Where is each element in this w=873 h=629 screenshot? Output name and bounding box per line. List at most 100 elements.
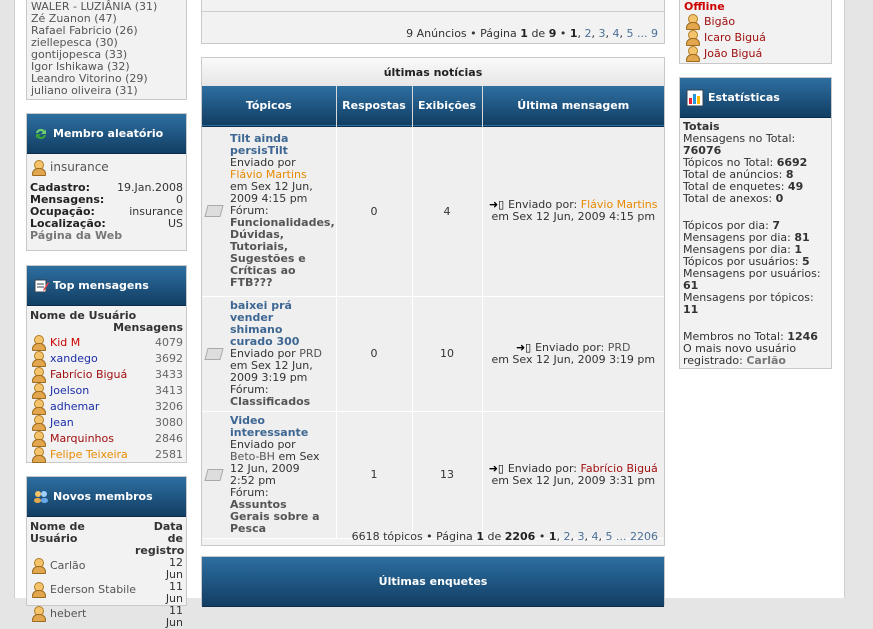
topic-forum-link[interactable]: Assuntos Gerais sobre a Pesca: [230, 498, 326, 535]
member-field-value: 19.Jan.2008: [117, 181, 183, 194]
top-poster-row: Felipe Teixeira 2581: [30, 446, 183, 463]
top-posters-box: Top mensagens Nome de Usuário Mensagens …: [26, 265, 187, 463]
top-poster-name[interactable]: Kid M: [50, 336, 80, 349]
new-members-title: Novos membros: [53, 490, 153, 503]
new-members-col-user: Nome de Usuário: [30, 520, 85, 545]
topic-title-link[interactable]: baixei prá vender shimano curado 300: [230, 299, 326, 348]
top-poster-name[interactable]: adhemar: [50, 400, 99, 413]
col-last-message: Última mensagem: [517, 99, 630, 113]
stats-newest-value[interactable]: Carlão: [746, 354, 786, 367]
random-member-fields: Cadastro: 19.Jan.2008 Mensagens: 0 Ocupação:…: [30, 182, 183, 230]
top-posters-header: Top mensagens: [27, 266, 186, 306]
online-status: Offline: [684, 0, 725, 13]
last-post-arrow-icon[interactable]: ➜▯: [516, 341, 535, 354]
topic-forum-link[interactable]: Funcionalidades, Dúvidas, Tutoriais, Sug…: [230, 217, 335, 289]
new-member-name[interactable]: Ederson Stabile: [50, 583, 136, 596]
page-link[interactable]: 3: [599, 27, 606, 40]
online-user-row: João Biguá: [684, 45, 827, 62]
online-user-name[interactable]: João Biguá: [704, 47, 762, 60]
topic-status-icon: [204, 347, 224, 360]
new-members-header: Novos membros: [27, 477, 186, 517]
ads-of: de: [531, 27, 546, 40]
top-poster-name[interactable]: Joelson: [50, 384, 89, 397]
online-user-name[interactable]: Bigão: [704, 15, 735, 28]
topic-title-link[interactable]: Tilt ainda persisTilt: [230, 133, 326, 157]
topic-status-icon: [204, 468, 224, 481]
page-link[interactable]: 5: [606, 530, 613, 543]
top-poster-count: 2846: [155, 431, 183, 445]
page-link[interactable]: 5: [627, 27, 634, 40]
news-header-row: Tópicos Respostas Exibições Última mensa…: [202, 86, 664, 126]
top-poster-name[interactable]: Marquinhos: [50, 432, 114, 445]
new-members-col-date: Data de registro: [135, 520, 185, 557]
topic-forum-label: Fórum:: [230, 382, 269, 396]
news-current-page: 1: [476, 530, 484, 543]
page-link[interactable]: 4: [592, 530, 599, 543]
topic-forum-link[interactable]: Classificados: [230, 395, 326, 408]
page-link[interactable]: 2: [585, 27, 592, 40]
last-post-date: em Sex 12 Jun, 2009 3:19 pm: [491, 352, 656, 366]
user-icon: [30, 430, 46, 447]
new-member-date: 11 Jun: [165, 604, 183, 629]
top-poster-count: 3206: [155, 399, 183, 413]
news-pagination: 6618 tópicos • Página 1 de 2206 • 1, 2, …: [348, 530, 662, 543]
page-link[interactable]: 9: [651, 27, 658, 40]
page-link[interactable]: 1: [549, 530, 557, 543]
last-post-date: em Sex 12 Jun, 2009 3:31 pm: [491, 473, 656, 487]
top-poster-count: 2581: [155, 447, 183, 461]
random-member-username[interactable]: insurance: [50, 160, 109, 174]
page-link[interactable]: 2: [564, 530, 571, 543]
new-member-row: Ederson Stabile 11 Jun: [30, 581, 183, 605]
new-member-name[interactable]: hebert: [50, 607, 86, 620]
top-poster-name[interactable]: Jean: [50, 416, 74, 429]
news-table: Tópicos Respostas Exibições Última mensa…: [202, 86, 664, 539]
random-member-web-link[interactable]: Página da Web: [30, 230, 183, 242]
page-link[interactable]: 4: [613, 27, 620, 40]
stats-box: Estatísticas Totais Mensagens no Total: …: [679, 77, 832, 369]
topic-views: 13: [412, 411, 483, 539]
random-member-header: Membro aleatório: [27, 114, 186, 154]
last-post-prefix: Enviado por:: [507, 461, 578, 475]
top-poster-name[interactable]: Felipe Teixeira: [50, 448, 128, 461]
stat-value: 49: [787, 180, 804, 193]
top-poster-count: 4079: [155, 335, 183, 349]
topic-views: 4: [412, 126, 483, 297]
online-user-name[interactable]: Icaro Biguá: [704, 31, 766, 44]
last-post-author[interactable]: PRD: [608, 341, 631, 354]
new-member-name[interactable]: Carlão: [50, 559, 85, 572]
user-icon: [684, 13, 700, 30]
user-post-count: (31): [134, 0, 158, 13]
stat-line: Mensagens por tópicos: 11: [683, 292, 828, 316]
polls-box: Últimas enquetes: [201, 556, 665, 607]
page-link[interactable]: 3: [578, 530, 585, 543]
random-member-user[interactable]: insurance: [30, 158, 183, 176]
last-post-author[interactable]: Fabrício Biguá: [581, 462, 658, 475]
topic-title-link[interactable]: Video interessante: [230, 414, 326, 439]
last-post-arrow-icon[interactable]: ➜▯: [489, 462, 508, 475]
user-icon: [30, 414, 46, 431]
top-posters-title: Top mensagens: [53, 279, 149, 292]
top-poster-name[interactable]: Fabrício Biguá: [50, 368, 127, 381]
ads-box: 9 Anúncios • Página 1 de 9 • 1, 2, 3, 4,…: [201, 0, 665, 44]
random-member-title: Membro aleatório: [53, 127, 164, 140]
page-ellipsis: ...: [616, 530, 627, 543]
online-users-list: Bigão Icaro Biguá João Biguá: [684, 13, 827, 62]
stat-value: 0: [775, 192, 784, 205]
stats-group-rates: Tópicos por dia: 7 Mensagens por dia: 81 M…: [683, 220, 828, 316]
stats-chart-icon: [686, 89, 704, 106]
user-icon: [30, 382, 46, 399]
page-link[interactable]: 1: [570, 27, 578, 40]
notepad-icon: [34, 279, 49, 292]
topic-cell: Tilt ainda persisTilt Enviado por Flávio …: [202, 126, 337, 297]
col-topics: Tópicos: [202, 86, 337, 126]
polls-header: Últimas enquetes: [202, 557, 664, 607]
top-poster-count: 3080: [155, 415, 183, 429]
new-member-date: 12 Jun: [165, 556, 183, 581]
topic-cell: baixei prá vender shimano curado 300 Envi…: [202, 296, 337, 412]
online-box: Offline Bigão Icaro Biguá João Biguá: [679, 0, 832, 64]
page-link[interactable]: 2206: [630, 530, 658, 543]
user-icon: [684, 45, 700, 62]
top-poster-name[interactable]: xandego: [50, 352, 98, 365]
new-member-row: Carlão 12 Jun: [30, 557, 183, 581]
user-name-link[interactable]: juliano oliveira: [31, 84, 112, 97]
